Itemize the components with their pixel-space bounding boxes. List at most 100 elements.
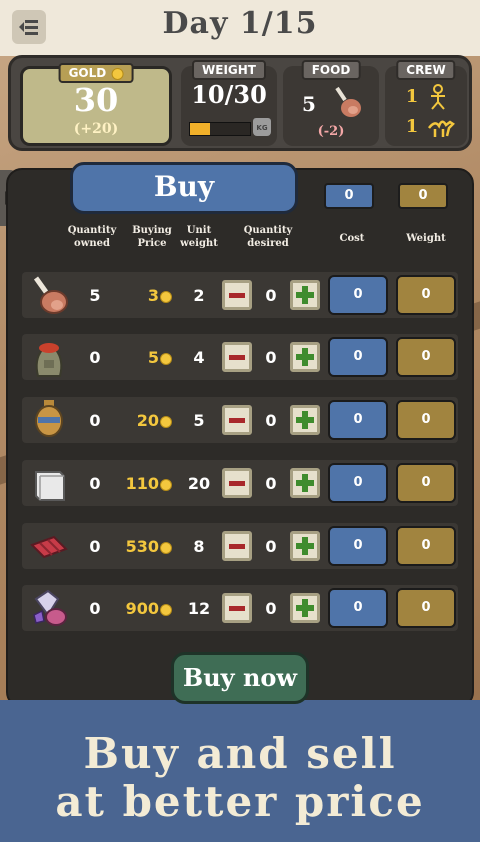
unit-weight: 5	[193, 411, 205, 430]
item-row-meat: 5 3 2 0 0 0	[22, 272, 458, 318]
qty-owned: 0	[89, 599, 101, 618]
weight-bar	[189, 122, 251, 136]
weight-box: 0	[396, 337, 456, 377]
coin-icon	[160, 290, 172, 303]
qty-owned: 0	[89, 348, 101, 367]
buying-price: 20	[130, 411, 172, 430]
decrease-button[interactable]	[222, 280, 252, 310]
weight-box: 0	[396, 526, 456, 566]
meat-icon	[335, 86, 361, 117]
qty-owned: 0	[89, 474, 101, 493]
coin-icon	[160, 478, 172, 491]
minus-icon	[229, 292, 245, 298]
price-value: 530	[125, 537, 159, 556]
increase-button[interactable]	[290, 342, 320, 372]
minus-icon	[229, 480, 245, 486]
qty-desired: 0	[265, 474, 277, 493]
plus-icon	[296, 474, 314, 492]
decrease-button[interactable]	[222, 405, 252, 435]
coin-icon	[160, 603, 172, 616]
qty-desired: 0	[265, 599, 277, 618]
item-row-amphora: 0 20 5 0 0 0	[22, 397, 458, 443]
qty-owned: 5	[89, 286, 101, 305]
amphora-icon	[35, 400, 63, 437]
total-weight-box: 0	[398, 183, 448, 209]
buying-price: 900	[122, 599, 172, 618]
buy-now-button[interactable]: Buy now	[171, 652, 309, 704]
plus-icon	[296, 286, 314, 304]
header-cost: Cost	[339, 233, 365, 244]
crew-stat: CREW 1 1	[385, 60, 467, 146]
gold-value: 30	[73, 81, 119, 119]
increase-button[interactable]	[290, 405, 320, 435]
gold-label: GOLD	[58, 63, 134, 83]
weight-box: 0	[396, 463, 456, 503]
cost-box: 0	[328, 588, 388, 628]
decrease-button[interactable]	[222, 531, 252, 561]
crew-label: CREW	[396, 60, 456, 80]
decrease-button[interactable]	[222, 468, 252, 498]
kg-weight-icon: KG	[253, 118, 271, 136]
header-owned: Quantity owned	[67, 225, 117, 249]
plus-icon	[296, 537, 314, 555]
buying-price: 3	[130, 286, 172, 305]
spice-sack-icon	[35, 343, 63, 377]
weight-bar-fill	[190, 123, 210, 135]
silk-roll-icon	[30, 535, 68, 559]
unit-weight: 12	[187, 599, 211, 618]
promo-line-1: Buy and sell	[83, 729, 397, 778]
item-row-salt: 0 110 20 0 0 0	[22, 460, 458, 506]
cost-box: 0	[328, 463, 388, 503]
coin-icon	[160, 415, 172, 428]
price-value: 900	[125, 599, 159, 618]
weight-label: WEIGHT	[192, 60, 266, 80]
qty-desired: 0	[265, 348, 277, 367]
coin-icon	[160, 352, 172, 365]
qty-desired: 0	[265, 286, 277, 305]
food-stat: FOOD 5 (-2)	[283, 60, 379, 146]
food-label: FOOD	[301, 60, 361, 80]
qty-desired: 0	[265, 537, 277, 556]
header-unit-weight: Unit weight	[180, 225, 218, 249]
increase-button[interactable]	[290, 468, 320, 498]
plus-icon	[296, 348, 314, 366]
item-row-gems: 0 900 12 0 0 0	[22, 585, 458, 631]
minus-icon	[229, 543, 245, 549]
unit-weight: 4	[193, 348, 205, 367]
coin-icon	[111, 67, 124, 80]
total-cost-box: 0	[324, 183, 374, 209]
price-value: 5	[147, 348, 159, 367]
weight-box: 0	[396, 275, 456, 315]
cost-box: 0	[328, 526, 388, 566]
increase-button[interactable]	[290, 593, 320, 623]
increase-button[interactable]	[290, 531, 320, 561]
qty-owned: 0	[89, 537, 101, 556]
cost-box: 0	[328, 337, 388, 377]
cost-box: 0	[328, 275, 388, 315]
unit-weight: 2	[193, 286, 205, 305]
minus-icon	[229, 605, 245, 611]
minus-icon	[229, 417, 245, 423]
promo-banner: Buy and sell at better price	[0, 700, 480, 842]
price-value: 20	[136, 411, 159, 430]
increase-button[interactable]	[290, 280, 320, 310]
buying-price: 110	[122, 474, 172, 493]
salt-block-icon	[35, 471, 65, 501]
minus-icon	[229, 354, 245, 360]
qty-owned: 0	[89, 411, 101, 430]
unit-weight: 8	[193, 537, 205, 556]
header-price: Buying Price	[132, 225, 172, 249]
buy-tab[interactable]: Buy	[70, 162, 298, 214]
decrease-button[interactable]	[222, 593, 252, 623]
header-weight: Weight	[406, 233, 446, 244]
top-bar: Day 1/15	[0, 0, 480, 56]
unit-weight: 20	[187, 474, 211, 493]
qty-desired: 0	[265, 411, 277, 430]
stats-bar: GOLD 30 (+20) WEIGHT 10/30 KG FOOD 5 (-2…	[8, 55, 472, 151]
promo-line-2: at better price	[55, 777, 425, 826]
plus-icon	[296, 599, 314, 617]
camel-icon	[428, 120, 455, 137]
person-icon	[431, 84, 445, 110]
header-desired: Quantity desired	[243, 225, 293, 249]
decrease-button[interactable]	[222, 342, 252, 372]
